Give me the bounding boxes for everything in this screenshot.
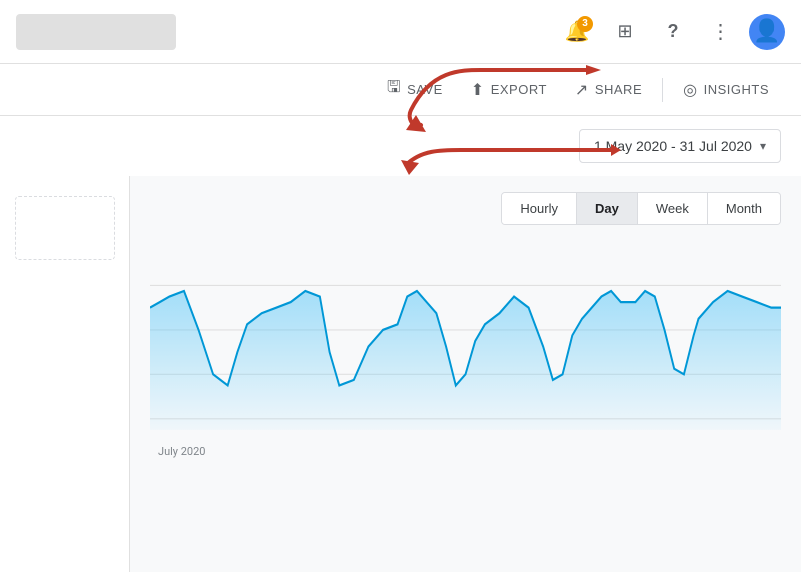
- save-button[interactable]: 🖫 SAVE: [375, 68, 455, 111]
- chart-x-label: July 2020: [150, 445, 781, 458]
- time-btn-group: Hourly Day Week Month: [501, 192, 781, 225]
- date-range-text: 1 May 2020 - 31 Jul 2020: [594, 138, 752, 154]
- time-controls: Hourly Day Week Month: [150, 192, 781, 225]
- chevron-down-icon: ▾: [760, 139, 766, 153]
- notification-badge: 3: [577, 16, 593, 32]
- header: 🔔 3 ⊞ ? ⋮ 👤: [0, 0, 801, 64]
- export-button[interactable]: ⬆ EXPORT: [459, 72, 559, 108]
- logo-placeholder: [16, 14, 176, 50]
- date-range-button[interactable]: 1 May 2020 - 31 Jul 2020 ▾: [579, 129, 781, 163]
- notification-button[interactable]: 🔔 3: [557, 12, 597, 52]
- day-button[interactable]: Day: [577, 193, 638, 224]
- date-section: 1 May 2020 - 31 Jul 2020 ▾: [0, 116, 801, 176]
- share-label: SHARE: [595, 82, 642, 97]
- avatar-icon: 👤: [753, 19, 780, 44]
- help-icon: ?: [668, 21, 679, 42]
- more-icon: ⋮: [711, 19, 732, 44]
- sidebar: [0, 176, 130, 572]
- apps-button[interactable]: ⊞: [605, 12, 645, 52]
- chart-area: [150, 241, 781, 441]
- insights-button[interactable]: ◎ INSIGHTS: [671, 72, 781, 108]
- main-content: Hourly Day Week Month: [130, 176, 801, 572]
- export-label: EXPORT: [491, 82, 547, 97]
- toolbar: 🖫 SAVE ⬆ EXPORT ↗ SHARE ◎ INSIGHTS: [0, 64, 801, 116]
- chart-svg: [150, 241, 781, 441]
- save-label: SAVE: [407, 82, 443, 97]
- export-icon: ⬆: [471, 80, 485, 100]
- insights-label: INSIGHTS: [704, 82, 769, 97]
- help-button[interactable]: ?: [653, 12, 693, 52]
- content: Hourly Day Week Month: [0, 176, 801, 572]
- avatar[interactable]: 👤: [749, 14, 785, 50]
- share-button[interactable]: ↗ SHARE: [563, 72, 654, 108]
- week-button[interactable]: Week: [638, 193, 708, 224]
- sidebar-placeholder: [15, 196, 115, 260]
- more-button[interactable]: ⋮: [701, 12, 741, 52]
- share-icon: ↗: [575, 80, 589, 100]
- toolbar-divider: [662, 78, 663, 102]
- grid-icon: ⊞: [617, 21, 632, 42]
- header-right: 🔔 3 ⊞ ? ⋮ 👤: [557, 12, 785, 52]
- save-icon: 🖫: [387, 76, 401, 103]
- header-left: [16, 14, 176, 50]
- hourly-button[interactable]: Hourly: [502, 193, 577, 224]
- insights-icon: ◎: [683, 80, 697, 100]
- month-button[interactable]: Month: [708, 193, 780, 224]
